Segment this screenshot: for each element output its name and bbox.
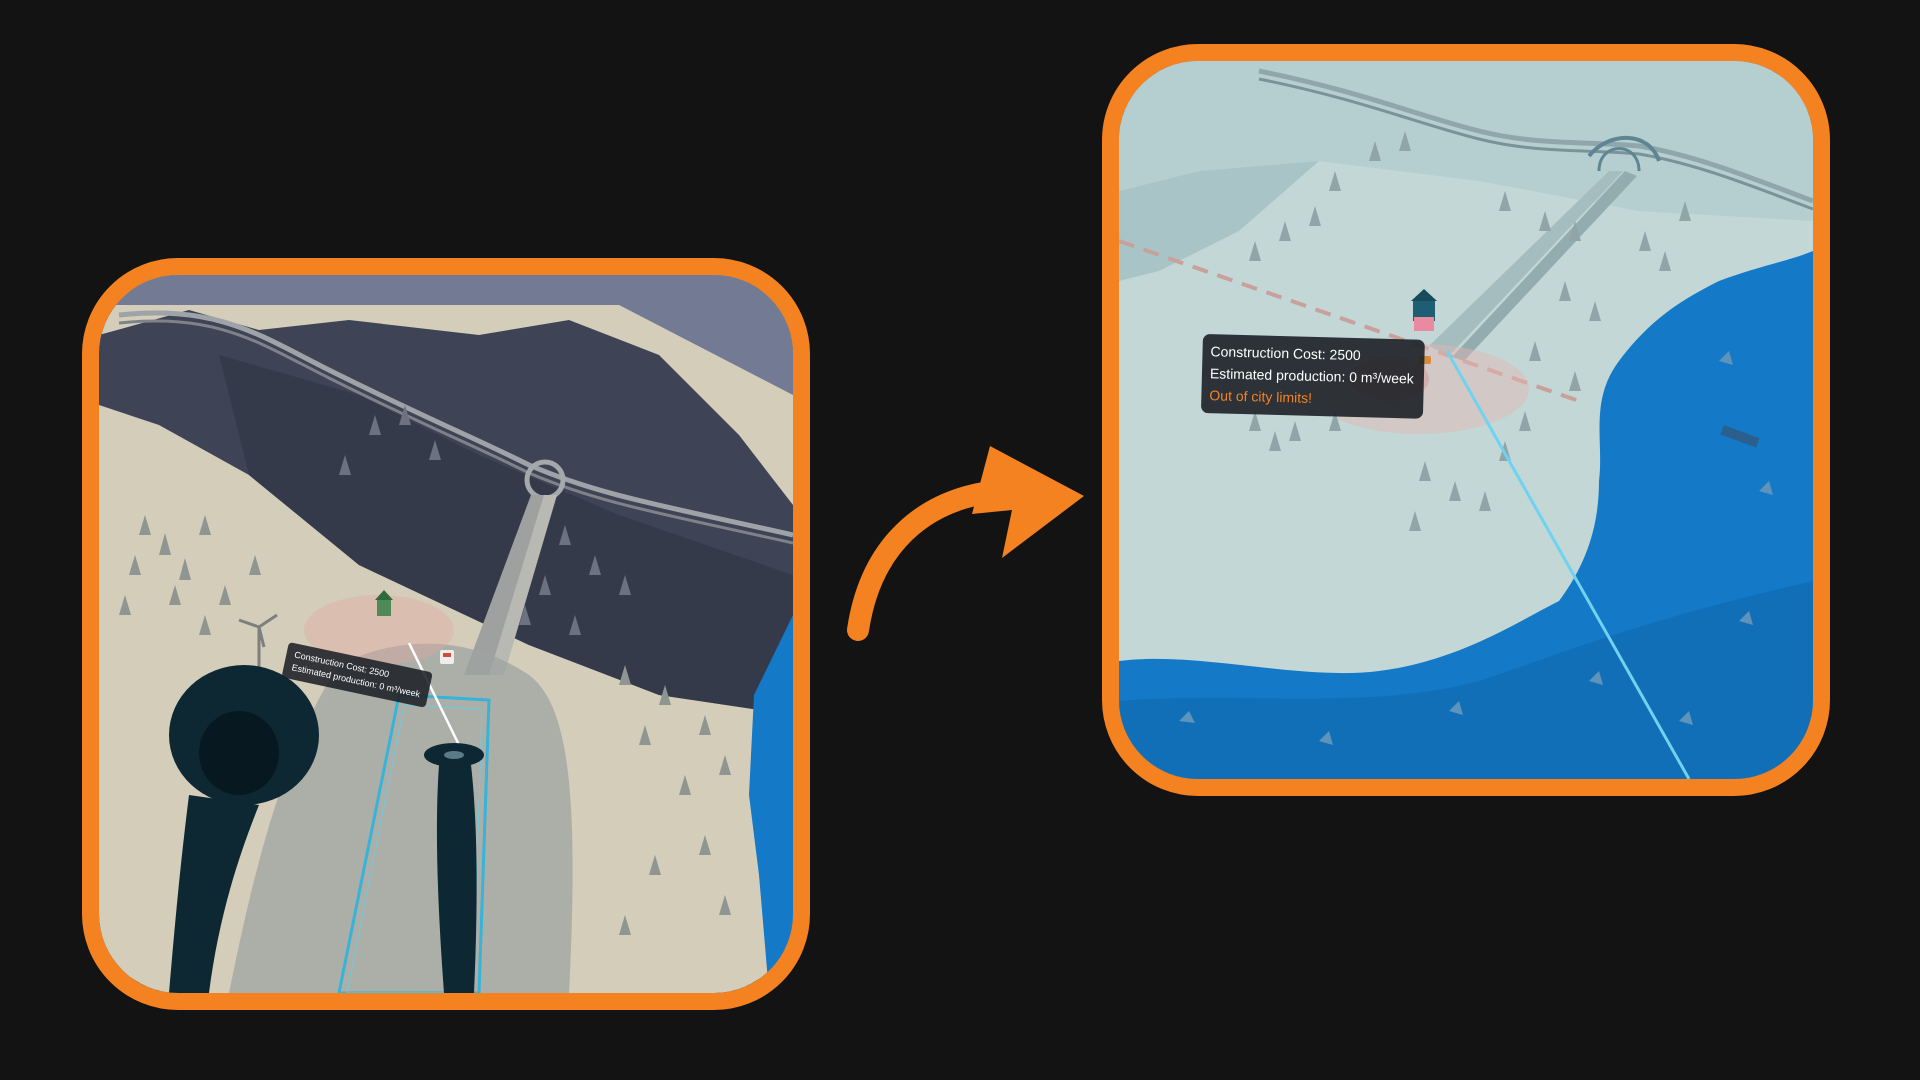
vr-view-after: Construction Cost: 2500 Estimated produc… bbox=[1102, 44, 1830, 796]
comparison-stage: Construction Cost: 2500 Estimated produc… bbox=[0, 0, 1920, 1080]
placement-tooltip-after: Construction Cost: 2500 Estimated produc… bbox=[1200, 334, 1425, 419]
terrain-scene-after bbox=[1119, 61, 1813, 779]
terrain-scene-before bbox=[99, 275, 793, 993]
curved-arrow-icon bbox=[847, 446, 1084, 641]
vr-view-before: Construction Cost: 2500 Estimated produc… bbox=[82, 258, 810, 1010]
map-marker-icon[interactable] bbox=[440, 650, 454, 664]
